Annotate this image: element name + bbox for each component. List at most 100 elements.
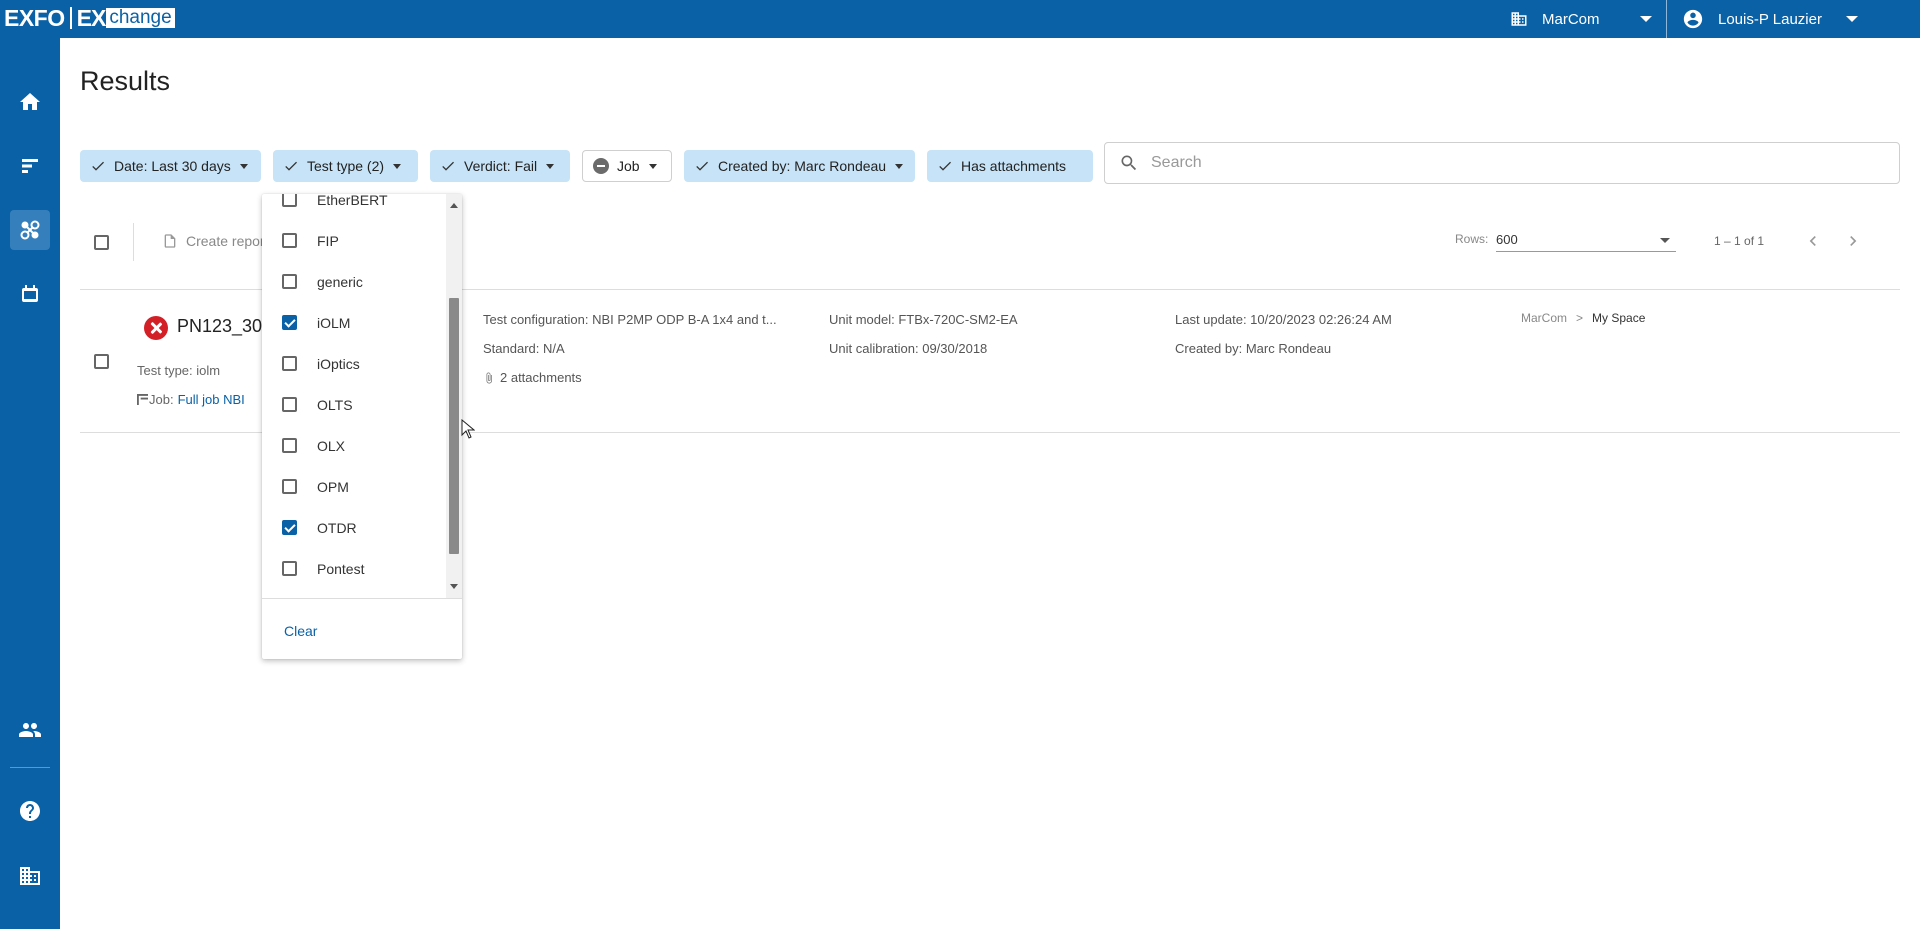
chevron-down-icon	[895, 163, 904, 169]
option-checkbox[interactable]	[282, 561, 297, 576]
nav-organization[interactable]	[10, 856, 50, 896]
scroll-down-icon[interactable]	[450, 584, 458, 589]
test-type-option[interactable]: FIP	[262, 220, 446, 261]
option-checkbox[interactable]	[282, 479, 297, 494]
unit-calibration: Unit calibration: 09/30/2018	[829, 341, 988, 356]
breadcrumb-current: My Space	[1592, 311, 1646, 325]
logo-brand: EXFO	[4, 4, 65, 31]
option-label: EtherBERT	[317, 194, 388, 208]
logo-ex: EX	[76, 4, 107, 31]
search-input[interactable]	[1151, 154, 1851, 172]
filter-chip-attachments[interactable]: Has attachments	[927, 150, 1093, 182]
help-icon	[20, 801, 40, 821]
dropdown-footer: Clear	[262, 598, 462, 659]
filter-chip-job[interactable]: Job	[582, 150, 672, 182]
option-label: OLTS	[317, 396, 353, 413]
row-checkbox[interactable]	[94, 354, 109, 369]
option-checkbox[interactable]	[282, 520, 297, 535]
sidebar-divider	[10, 767, 50, 768]
filter-chip-date[interactable]: Date: Last 30 days	[80, 150, 261, 182]
account-circle-icon	[1683, 9, 1703, 29]
test-type-option[interactable]: OLX	[262, 425, 446, 466]
test-type-option[interactable]: EtherBERT	[262, 194, 446, 220]
option-label: generic	[317, 273, 363, 290]
breadcrumb-root[interactable]: MarCom	[1521, 311, 1567, 325]
nav-help[interactable]	[10, 791, 50, 831]
check-icon	[285, 161, 297, 171]
fail-verdict-icon	[144, 316, 168, 340]
filter-chip-test-type[interactable]: Test type (2)	[273, 150, 418, 182]
test-type-dropdown: EtherBERT FIP generic iOLM iOptics OLTS OLX OPM…	[262, 194, 462, 659]
previous-page-button[interactable]	[1803, 231, 1823, 251]
option-label: Pontest	[317, 560, 365, 577]
org-selector[interactable]: MarCom	[1510, 0, 1666, 38]
option-checkbox[interactable]	[282, 356, 297, 371]
option-label: iOLM	[317, 314, 351, 331]
unit-model: Unit model: FTBx-720C-SM2-EA	[829, 312, 1018, 327]
nav-results[interactable]	[10, 210, 50, 250]
filter-chip-verdict[interactable]: Verdict: Fail	[430, 150, 570, 182]
attachments[interactable]: 2 attachments	[483, 370, 582, 385]
test-type-options: EtherBERT FIP generic iOLM iOptics OLTS OLX OPM…	[262, 194, 446, 598]
building-icon	[20, 867, 40, 885]
org-name: MarCom	[1542, 10, 1600, 28]
option-label: OLX	[317, 437, 346, 454]
option-checkbox[interactable]	[282, 315, 297, 330]
page-title: Results	[80, 66, 171, 96]
option-label: OPM	[317, 478, 349, 495]
results-icon	[20, 220, 40, 240]
test-type-option[interactable]: Pontest	[262, 548, 446, 589]
nav-dashboard[interactable]	[10, 146, 50, 186]
logo-separator	[69, 7, 72, 29]
pagination-range: 1 – 1 of 1	[1714, 234, 1765, 248]
standard: Standard: N/A	[483, 341, 565, 356]
check-icon	[442, 161, 454, 171]
chevron-down-icon	[648, 163, 657, 169]
test-type-option[interactable]: OPM	[262, 466, 446, 507]
option-label: OTDR	[317, 519, 357, 536]
select-all-checkbox[interactable]	[94, 235, 109, 250]
option-label: iOptics	[317, 355, 360, 372]
job-icon	[137, 394, 148, 405]
filter-chip-label: Verdict: Fail	[464, 158, 538, 174]
option-checkbox[interactable]	[282, 438, 297, 453]
option-checkbox[interactable]	[282, 194, 297, 207]
clear-button[interactable]: Clear	[284, 623, 317, 639]
dropdown-scrollbar[interactable]	[446, 194, 462, 598]
option-checkbox[interactable]	[282, 397, 297, 412]
remove-circle-icon	[593, 158, 609, 174]
attachments-label: 2 attachments	[500, 370, 582, 385]
nav-users[interactable]	[10, 710, 50, 750]
rows-per-page-select[interactable]: 600	[1496, 228, 1676, 252]
test-type-option[interactable]: iOptics	[262, 343, 446, 384]
chevron-down-icon	[1660, 238, 1670, 243]
create-report-button[interactable]: Create repor	[162, 233, 265, 249]
dashboard-bars-icon	[22, 159, 38, 173]
user-menu[interactable]: Louis-P Lauzier	[1682, 0, 1858, 38]
test-type-option[interactable]: OTDR	[262, 507, 446, 548]
option-checkbox[interactable]	[282, 274, 297, 289]
home-icon	[20, 93, 40, 110]
next-page-button[interactable]	[1843, 231, 1863, 251]
option-checkbox[interactable]	[282, 233, 297, 248]
job-link[interactable]: Full job NBI	[178, 392, 245, 407]
test-type-option[interactable]: iOLM	[262, 302, 446, 343]
test-type-option[interactable]: generic	[262, 261, 446, 302]
scroll-up-icon[interactable]	[450, 203, 458, 208]
test-type-option[interactable]: OLTS	[262, 384, 446, 425]
filter-chip-label: Job	[617, 158, 640, 174]
top-bar: EXFO EX change MarCom Louis-P Lauzier	[0, 0, 1920, 38]
logo-change: change	[106, 8, 175, 28]
top-divider	[1666, 0, 1667, 38]
test-configuration: Test configuration: NBI P2MP ODP B-A 1x4…	[483, 312, 777, 327]
breadcrumb-separator: >	[1576, 311, 1584, 325]
rows-label: Rows:	[1455, 232, 1489, 246]
nav-devices[interactable]	[10, 274, 50, 314]
paperclip-icon	[486, 372, 492, 383]
scrollbar-thumb[interactable]	[449, 298, 459, 554]
chevron-left-icon	[1809, 236, 1816, 246]
nav-home[interactable]	[10, 82, 50, 122]
app-logo[interactable]: EXFO EX change	[4, 5, 175, 31]
result-name[interactable]: PN123_30	[177, 316, 262, 337]
filter-chip-created-by[interactable]: Created by: Marc Rondeau	[684, 150, 915, 182]
